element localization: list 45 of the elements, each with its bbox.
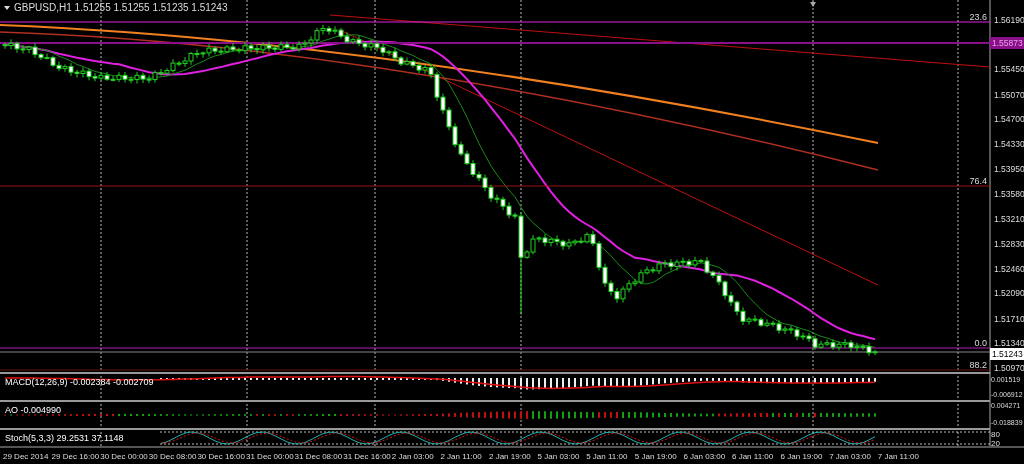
time-axis-label: 6 Jan 11:00 xyxy=(732,452,774,461)
price-axis-label: 1.56190 xyxy=(994,15,1024,25)
time-axis-label: 2 Jan 03:00 xyxy=(391,452,434,461)
time-axis-label: 30 Dec 08:00 xyxy=(148,452,197,461)
time-axis-label: 29 Dec 16:00 xyxy=(51,452,100,461)
indicator-label: Stoch(5,3,3) 29.2531 37.1148 xyxy=(5,433,124,443)
time-axis-label: 5 Jan 11:00 xyxy=(586,452,628,461)
time-axis-label: 31 Dec 16:00 xyxy=(343,452,391,461)
time-axis-label: 7 Jan 11:00 xyxy=(877,452,919,461)
fibo-level-label: 76.4 xyxy=(969,176,987,186)
price-axis-label: 1.52460 xyxy=(994,263,1024,274)
indicator-axis-label: 80 xyxy=(991,430,1000,439)
chart-header-text: GBPUSD,H1 1.51255 1.51255 1.51235 1.51243 xyxy=(14,2,228,13)
time-axis-label: 2 Jan 11:00 xyxy=(440,452,482,461)
time-axis-label: 6 Jan 03:00 xyxy=(683,452,726,461)
price-axis-label: 1.51340 xyxy=(994,338,1024,349)
current-price-tag: 1.51243 xyxy=(990,348,1024,360)
price-level-tag: 1.55873 xyxy=(990,37,1024,49)
price-axis-label: 1.51710 xyxy=(994,313,1024,324)
fibo-level-label: 0.0 xyxy=(974,338,987,348)
fibo-level-label: 23.6 xyxy=(969,12,987,22)
time-axis-label: 7 Jan 03:00 xyxy=(829,452,871,461)
price-axis-label: 1.50970 xyxy=(994,363,1024,373)
price-axis-label: 1.53210 xyxy=(994,213,1024,224)
time-axis-label: 31 Dec 08:00 xyxy=(294,452,343,461)
time-axis-label: 30 Dec 00:00 xyxy=(100,452,148,461)
time-axis-label: 31 Dec 00:00 xyxy=(246,452,294,461)
time-axis-label: 5 Jan 19:00 xyxy=(634,452,677,461)
time-axis-label: 30 Dec 16:00 xyxy=(197,452,245,461)
time-axis-label: 2 Jan 19:00 xyxy=(489,452,531,461)
price-axis-label: 1.55070 xyxy=(994,89,1024,100)
price-axis-label: 1.53950 xyxy=(994,164,1024,175)
price-axis-label: 1.54700 xyxy=(994,114,1024,125)
indicator-axis-label: 20 xyxy=(991,439,1000,448)
price-axis-label: 1.52830 xyxy=(994,239,1024,249)
price-axis-label: 1.54330 xyxy=(994,139,1024,149)
indicator-label: AO -0.004990 xyxy=(5,405,62,415)
price-axis-label: 1.55450 xyxy=(994,64,1024,75)
fibo-level-label: 88.2 xyxy=(969,360,987,370)
time-axis-label: 29 Dec 2014 xyxy=(3,452,49,461)
price-axis-label: 1.53580 xyxy=(994,189,1024,199)
time-axis-label: 5 Jan 03:00 xyxy=(537,452,580,461)
time-axis-label: 6 Jan 19:00 xyxy=(780,452,823,461)
price-axis-label: 1.52090 xyxy=(994,288,1024,299)
indicator-label: MACD(12,26,9) -0.002384 -0.002709 xyxy=(5,377,154,387)
